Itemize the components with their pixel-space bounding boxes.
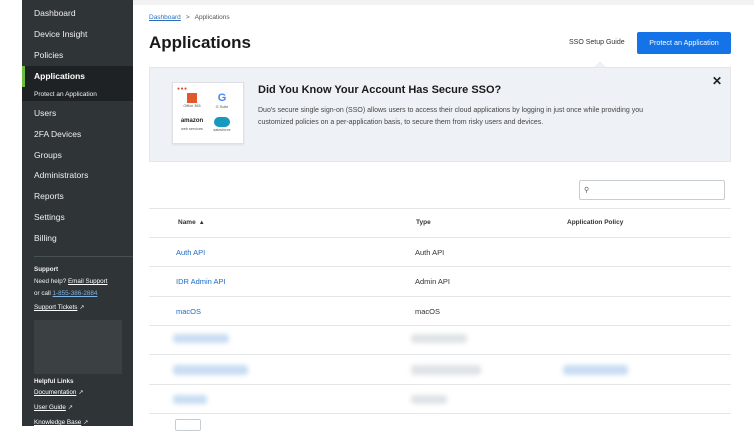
column-header-name-label: Name	[178, 219, 196, 226]
external-link-icon: ↗	[83, 420, 89, 426]
app-type: macOS	[415, 307, 441, 316]
app-name-link[interactable]: macOS	[176, 307, 201, 316]
app-type: Auth API	[415, 248, 445, 257]
office-square-icon	[187, 93, 197, 103]
email-support-link[interactable]: Email Support	[68, 278, 108, 285]
column-header-name[interactable]: Name ▲	[178, 219, 205, 226]
external-link-icon: ↗	[78, 390, 84, 396]
support-tickets-link[interactable]: Support Tickets	[34, 304, 77, 311]
logo-caption: salesforce	[213, 128, 231, 132]
redacted-app-type	[411, 334, 467, 343]
close-icon[interactable]: ✕	[712, 74, 722, 88]
app-type: Admin API	[415, 277, 451, 286]
salesforce-logo: salesforce	[209, 117, 235, 137]
table-top-border	[149, 208, 731, 209]
table-row-border	[149, 413, 731, 414]
helpful-link-row: Documentation ↗	[34, 389, 83, 396]
table-row-border	[149, 266, 731, 267]
breadcrumb: Dashboard > Applications	[149, 14, 230, 21]
support-call-line: or call 1-855-386-2884	[34, 290, 97, 297]
knowledge-base-link[interactable]: Knowledge Base	[34, 419, 81, 426]
redacted-app-name	[173, 395, 207, 404]
sidebar-nav: Dashboard Device Insight Policies Applic…	[22, 0, 133, 426]
pagination-select[interactable]	[175, 419, 201, 431]
need-help-text: Need help?	[34, 278, 67, 285]
app-name-link[interactable]: Auth API	[176, 248, 205, 257]
redacted-app-type	[411, 395, 447, 404]
window-dots-icon: ●●●	[177, 86, 188, 92]
sidebar-divider	[34, 256, 133, 257]
redacted-panel	[34, 320, 122, 374]
sidebar-item-users[interactable]: Users	[22, 103, 133, 124]
sort-ascending-icon: ▲	[198, 220, 205, 226]
table-row-border	[149, 384, 731, 385]
sidebar-item-device-insight[interactable]: Device Insight	[22, 24, 133, 45]
sidebar-item-administrators[interactable]: Administrators	[22, 165, 133, 186]
support-phone-link[interactable]: 1-855-386-2884	[53, 290, 98, 297]
amazon-wordmark: amazon	[180, 118, 204, 124]
or-call-text: or call	[34, 290, 51, 297]
g-suite-logo: G G Suite	[209, 93, 235, 113]
search-input[interactable]: ⚲	[579, 180, 725, 200]
external-link-icon: ↗	[67, 405, 73, 411]
helpful-links-heading: Helpful Links	[34, 378, 74, 385]
column-header-type: Type	[416, 219, 431, 226]
protect-application-button[interactable]: Protect an Application	[637, 32, 731, 54]
redacted-app-type	[411, 365, 481, 375]
amazon-web-services-logo: amazon web services	[179, 117, 205, 137]
table-row-border	[149, 296, 731, 297]
page-title: Applications	[149, 33, 252, 52]
column-header-application-policy: Application Policy	[567, 219, 624, 226]
sidebar-item-applications[interactable]: Applications	[22, 66, 133, 87]
window-gutter	[0, 0, 22, 426]
sso-panel-title: Did You Know Your Account Has Secure SSO…	[258, 84, 502, 96]
helpful-link-row: Knowledge Base ↗	[34, 419, 88, 426]
salesforce-cloud-icon	[214, 117, 230, 127]
sidebar-item-settings[interactable]: Settings	[22, 207, 133, 228]
external-link-icon: ↗	[79, 305, 85, 311]
sso-panel-description: Duo's secure single sign-on (SSO) allows…	[258, 107, 643, 126]
sso-promo-panel: ●●● Office 365 G G Suite amazon web serv…	[149, 67, 731, 162]
sidebar-item-reports[interactable]: Reports	[22, 186, 133, 207]
sidebar-subitem-protect-application[interactable]: Protect an Application	[22, 88, 133, 101]
support-tickets-row: Support Tickets ↗	[34, 304, 84, 311]
table-row-border	[149, 325, 731, 326]
helpful-link-row: User Guide ↗	[34, 404, 73, 411]
logo-caption: G Suite	[215, 105, 229, 109]
breadcrumb-dashboard-link[interactable]: Dashboard	[149, 14, 181, 21]
sidebar-item-policies[interactable]: Policies	[22, 45, 133, 66]
sidebar-item-2fa-devices[interactable]: 2FA Devices	[22, 124, 133, 145]
documentation-link[interactable]: Documentation	[34, 389, 76, 396]
redacted-app-name	[173, 334, 229, 343]
support-heading: Support	[34, 266, 59, 273]
main-content: Dashboard > Applications Applications SSO …	[133, 0, 754, 431]
sidebar-item-dashboard[interactable]: Dashboard	[22, 3, 133, 24]
app-name-link[interactable]: IDR Admin API	[176, 277, 226, 286]
redacted-app-policy	[563, 365, 628, 375]
sidebar-item-billing[interactable]: Billing	[22, 228, 133, 249]
search-icon: ⚲	[584, 187, 590, 194]
logo-caption: Office 365	[183, 104, 201, 108]
g-letter-icon: G	[217, 92, 227, 104]
user-guide-link[interactable]: User Guide	[34, 404, 66, 411]
table-header-border	[149, 237, 731, 238]
logo-caption: web services	[181, 127, 203, 131]
sso-apps-illustration: ●●● Office 365 G G Suite amazon web serv…	[172, 82, 244, 144]
breadcrumb-separator-icon: >	[185, 14, 190, 21]
sidebar-item-groups[interactable]: Groups	[22, 145, 133, 166]
sso-setup-guide-link[interactable]: SSO Setup Guide	[569, 39, 625, 46]
table-row-border	[149, 354, 731, 355]
redacted-app-name	[173, 365, 248, 375]
office-365-logo: Office 365	[179, 93, 205, 113]
breadcrumb-current: Applications	[194, 14, 230, 21]
active-indicator	[22, 66, 25, 87]
top-strip	[133, 0, 754, 5]
support-help-line: Need help? Email Support	[34, 278, 108, 285]
